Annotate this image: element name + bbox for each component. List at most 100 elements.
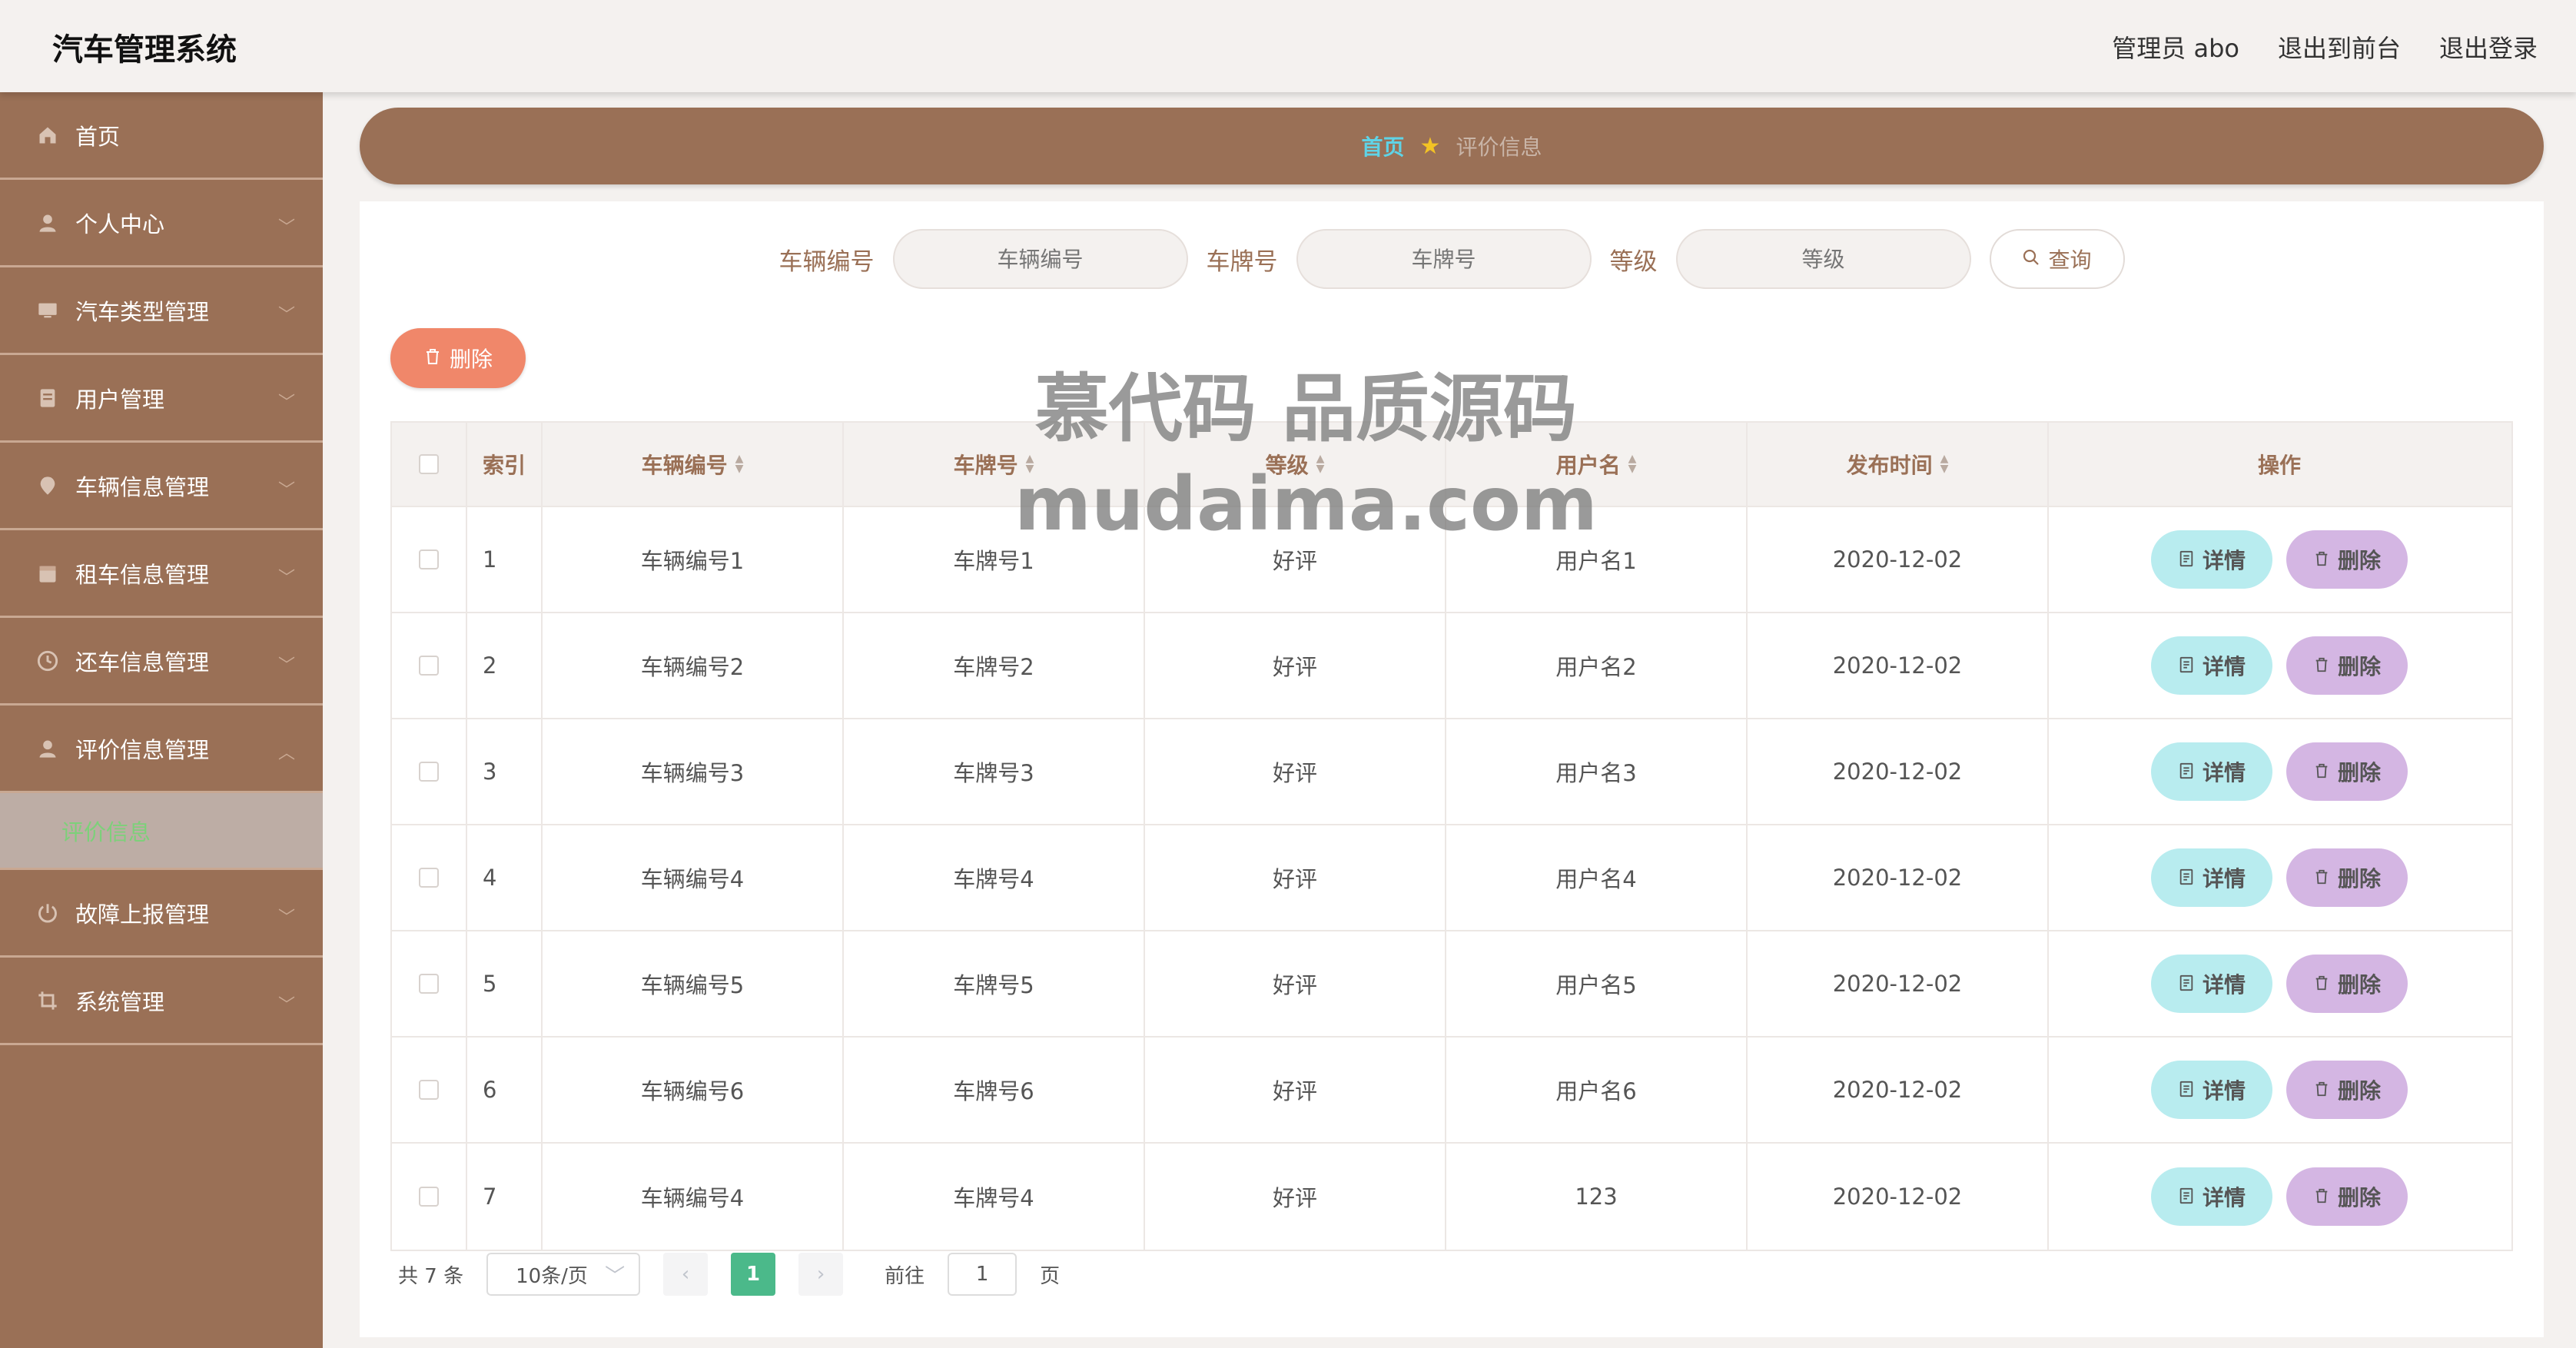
user-icon	[35, 211, 60, 235]
header-plate[interactable]: 车牌号 ▲ ▼	[844, 423, 1145, 506]
admin-user-link[interactable]: 管理员 abo	[2112, 29, 2239, 65]
header-grade[interactable]: 等级 ▲ ▼	[1145, 423, 1446, 506]
query-button-label: 查询	[2048, 247, 2092, 273]
sidebar-item-vehicle-info[interactable]: 车辆信息管理 ﹀	[0, 443, 323, 530]
cell-index: 4	[467, 825, 543, 930]
chevron-up-icon: ︿	[277, 744, 295, 763]
delete-button[interactable]: 删除	[2286, 955, 2408, 1013]
delete-button[interactable]: 删除	[2286, 636, 2408, 695]
sidebar-item-system-management[interactable]: 系统管理 ﹀	[0, 958, 323, 1045]
row-select-cell	[392, 613, 467, 718]
table-row: 5 车辆编号5 车牌号5 好评 用户名5 2020-12-02 详情 删除	[392, 931, 2511, 1038]
page-unit-label: 页	[1040, 1264, 1061, 1288]
row-checkbox[interactable]	[419, 868, 439, 888]
sort-icon: ▲ ▼	[1025, 453, 1034, 475]
delete-button[interactable]: 删除	[2286, 530, 2408, 589]
prev-page-button[interactable]: ‹	[663, 1253, 709, 1296]
detail-button-label: 详情	[2202, 760, 2246, 785]
table-row: 2 车辆编号2 车牌号2 好评 用户名2 2020-12-02 详情 删除	[392, 613, 2511, 719]
row-checkbox[interactable]	[419, 762, 439, 782]
cell-publish-time: 2020-12-02	[1748, 719, 2049, 824]
detail-button[interactable]: 详情	[2151, 955, 2272, 1013]
chevron-down-icon: ﹀	[277, 908, 295, 928]
vehicle-no-input[interactable]	[892, 229, 1188, 289]
cell-plate: 车牌号5	[844, 931, 1145, 1036]
header-vehicle-no[interactable]: 车辆编号 ▲ ▼	[543, 423, 844, 506]
cell-actions: 详情 删除	[2049, 719, 2510, 824]
header-username[interactable]: 用户名 ▲ ▼	[1446, 423, 1748, 506]
table-row: 3 车辆编号3 车牌号3 好评 用户名3 2020-12-02 详情 删除	[392, 719, 2511, 825]
trash-icon	[2313, 865, 2330, 891]
next-page-button[interactable]: ›	[798, 1253, 844, 1296]
detail-button[interactable]: 详情	[2151, 530, 2272, 589]
detail-button[interactable]: 详情	[2151, 1167, 2272, 1226]
row-checkbox[interactable]	[419, 1187, 439, 1207]
row-checkbox[interactable]	[419, 656, 439, 676]
delete-button[interactable]: 删除	[2286, 1061, 2408, 1119]
goto-label: 前往	[885, 1264, 925, 1288]
detail-button-label: 详情	[2202, 866, 2246, 891]
detail-button[interactable]: 详情	[2151, 742, 2272, 801]
sidebar-item-label: 评价信息管理	[75, 736, 210, 763]
delete-button[interactable]: 删除	[2286, 1167, 2408, 1226]
main-content: 首页 ★ 评价信息 车辆编号 车牌号 等级 查询 删除	[323, 92, 2576, 1348]
batch-delete-label: 删除	[449, 347, 493, 372]
sort-icon: ▲ ▼	[1316, 453, 1325, 475]
sidebar-item-review-management[interactable]: 评价信息管理 ︿	[0, 706, 323, 793]
cell-plate: 车牌号3	[844, 719, 1145, 824]
logout-link[interactable]: 退出登录	[2439, 29, 2538, 65]
delete-button-label: 删除	[2337, 654, 2381, 679]
cell-actions: 详情 删除	[2049, 507, 2510, 612]
goto-page-input[interactable]	[948, 1253, 1017, 1296]
trash-icon	[2313, 653, 2330, 679]
sidebar-item-car-type[interactable]: 汽车类型管理 ﹀	[0, 267, 323, 355]
sidebar-item-personal-center[interactable]: 个人中心 ﹀	[0, 180, 323, 267]
row-select-cell	[392, 507, 467, 612]
chevron-down-icon: ﹀	[277, 996, 295, 1015]
cell-publish-time: 2020-12-02	[1748, 613, 2049, 718]
detail-button[interactable]: 详情	[2151, 1061, 2272, 1119]
page-size-select[interactable]: 10条/页 ﹀	[486, 1253, 641, 1296]
cell-username: 用户名6	[1446, 1038, 1748, 1142]
sidebar-item-rental-info[interactable]: 租车信息管理 ﹀	[0, 530, 323, 618]
cell-index: 5	[467, 931, 543, 1036]
data-table: 索引 车辆编号 ▲ ▼ 车牌号 ▲ ▼ 等级 ▲ ▼ 用户名 ▲ ▼ 发布时间 ▲ ▼ 操作 1 车辆…	[390, 421, 2513, 1251]
breadcrumb-home[interactable]: 首页	[1362, 131, 1405, 161]
row-checkbox[interactable]	[419, 1080, 439, 1100]
query-button[interactable]: 查询	[1989, 229, 2125, 289]
row-checkbox[interactable]	[419, 974, 439, 994]
delete-button-label: 删除	[2337, 866, 2381, 891]
sidebar-item-fault-report[interactable]: 故障上报管理 ﹀	[0, 870, 323, 958]
sort-icon: ▲ ▼	[735, 453, 744, 475]
cell-grade: 好评	[1145, 825, 1446, 930]
header-publish-time[interactable]: 发布时间 ▲ ▼	[1748, 423, 2049, 506]
detail-button[interactable]: 详情	[2151, 848, 2272, 907]
row-checkbox[interactable]	[419, 549, 439, 569]
cell-vehicle-no: 车辆编号4	[543, 825, 844, 930]
cell-actions: 详情 删除	[2049, 613, 2510, 718]
calendar-icon	[35, 561, 60, 586]
plate-input[interactable]	[1296, 229, 1592, 289]
breadcrumb-current: 评价信息	[1456, 134, 1542, 160]
select-all-checkbox[interactable]	[419, 454, 439, 474]
sidebar-item-user-management[interactable]: 用户管理 ﹀	[0, 355, 323, 443]
cell-vehicle-no: 车辆编号2	[543, 613, 844, 718]
cell-username: 用户名5	[1446, 931, 1748, 1036]
delete-button[interactable]: 删除	[2286, 742, 2408, 801]
chevron-down-icon: ﹀	[277, 218, 295, 237]
cell-publish-time: 2020-12-02	[1748, 1144, 2049, 1250]
detail-button[interactable]: 详情	[2151, 636, 2272, 695]
sidebar-item-return-info[interactable]: 还车信息管理 ﹀	[0, 618, 323, 706]
delete-button[interactable]: 删除	[2286, 848, 2408, 907]
page-number-current[interactable]: 1	[731, 1253, 776, 1296]
breadcrumb: 首页 ★ 评价信息	[360, 108, 2544, 184]
cell-username: 用户名3	[1446, 719, 1748, 824]
sidebar-subitem-review-info[interactable]: 评价信息	[0, 793, 323, 870]
row-select-cell	[392, 1038, 467, 1142]
back-to-frontend-link[interactable]: 退出到前台	[2278, 29, 2401, 65]
clock-icon	[35, 649, 60, 673]
grade-input[interactable]	[1675, 229, 1971, 289]
sidebar-item-home[interactable]: 首页	[0, 92, 323, 180]
document-icon	[2178, 1077, 2195, 1103]
batch-delete-button[interactable]: 删除	[390, 328, 526, 388]
